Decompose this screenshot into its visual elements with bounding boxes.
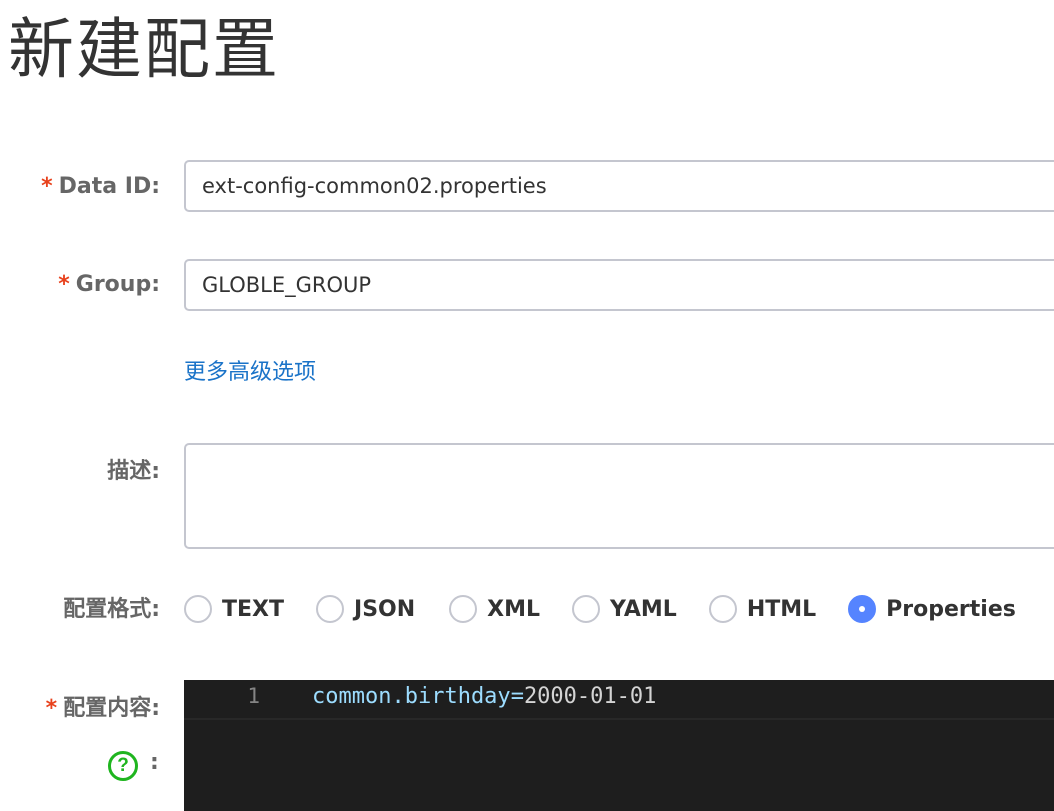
format-option-properties[interactable]: Properties bbox=[848, 595, 1016, 623]
new-config-page: 新建配置 *Data ID: *Group: 更多高级选项 描述: 配置格式: … bbox=[0, 0, 1054, 811]
help-colon: : bbox=[150, 750, 159, 775]
data-id-input[interactable] bbox=[184, 160, 1054, 212]
line-number: 1 bbox=[247, 684, 260, 708]
code-editor[interactable]: 1 common.birthday=2000-01-01 bbox=[184, 680, 1054, 811]
format-option-json[interactable]: JSON bbox=[316, 595, 415, 623]
format-option-label: JSON bbox=[354, 596, 416, 622]
group-input[interactable] bbox=[184, 259, 1054, 311]
format-option-label: HTML bbox=[746, 596, 817, 622]
content-label: * 配置内容: bbox=[46, 694, 160, 724]
content-label-text: 配置内容: bbox=[63, 696, 160, 721]
radio-button[interactable] bbox=[449, 595, 478, 623]
radio-button-selected[interactable] bbox=[848, 595, 877, 623]
format-option-label: Properties bbox=[886, 596, 1016, 622]
format-option-html[interactable]: HTML bbox=[708, 595, 817, 623]
code-text[interactable]: common.birthday=2000-01-01 bbox=[312, 684, 656, 709]
code-eq: = bbox=[510, 684, 524, 709]
code-value: 2000-01-01 bbox=[523, 684, 657, 709]
format-option-yaml[interactable]: YAML bbox=[572, 595, 677, 623]
page-title: 新建配置 bbox=[8, 11, 280, 88]
radio-button[interactable] bbox=[572, 595, 601, 623]
description-label: 描述: bbox=[107, 459, 160, 484]
editor-line[interactable]: 1 common.birthday=2000-01-01 bbox=[184, 680, 1054, 720]
radio-button[interactable] bbox=[708, 595, 737, 623]
description-textarea[interactable] bbox=[184, 443, 1054, 549]
group-label-text: Group: bbox=[75, 272, 160, 297]
required-asterisk: * bbox=[58, 272, 70, 297]
format-radio-group: TEXT JSON XML YAML HTML Properties bbox=[184, 591, 1016, 627]
format-option-label: XML bbox=[487, 596, 541, 622]
format-option-label: TEXT bbox=[222, 596, 285, 622]
format-option-label: YAML bbox=[610, 596, 677, 622]
format-label: 配置格式: bbox=[63, 597, 160, 622]
data-id-label: * Data ID: bbox=[41, 172, 160, 202]
code-key: common.birthday bbox=[312, 684, 511, 709]
radio-button[interactable] bbox=[184, 595, 212, 623]
data-id-label-text: Data ID: bbox=[58, 174, 160, 199]
group-label: * Group: bbox=[58, 270, 160, 300]
required-asterisk: * bbox=[41, 174, 53, 199]
required-asterisk: * bbox=[45, 696, 58, 721]
radio-button[interactable] bbox=[316, 595, 345, 623]
format-option-xml[interactable]: XML bbox=[449, 595, 540, 623]
advanced-options-link[interactable]: 更多高级选项 bbox=[184, 357, 316, 389]
format-option-text[interactable]: TEXT bbox=[184, 595, 284, 623]
question-circle-icon[interactable]: ? bbox=[108, 751, 138, 781]
